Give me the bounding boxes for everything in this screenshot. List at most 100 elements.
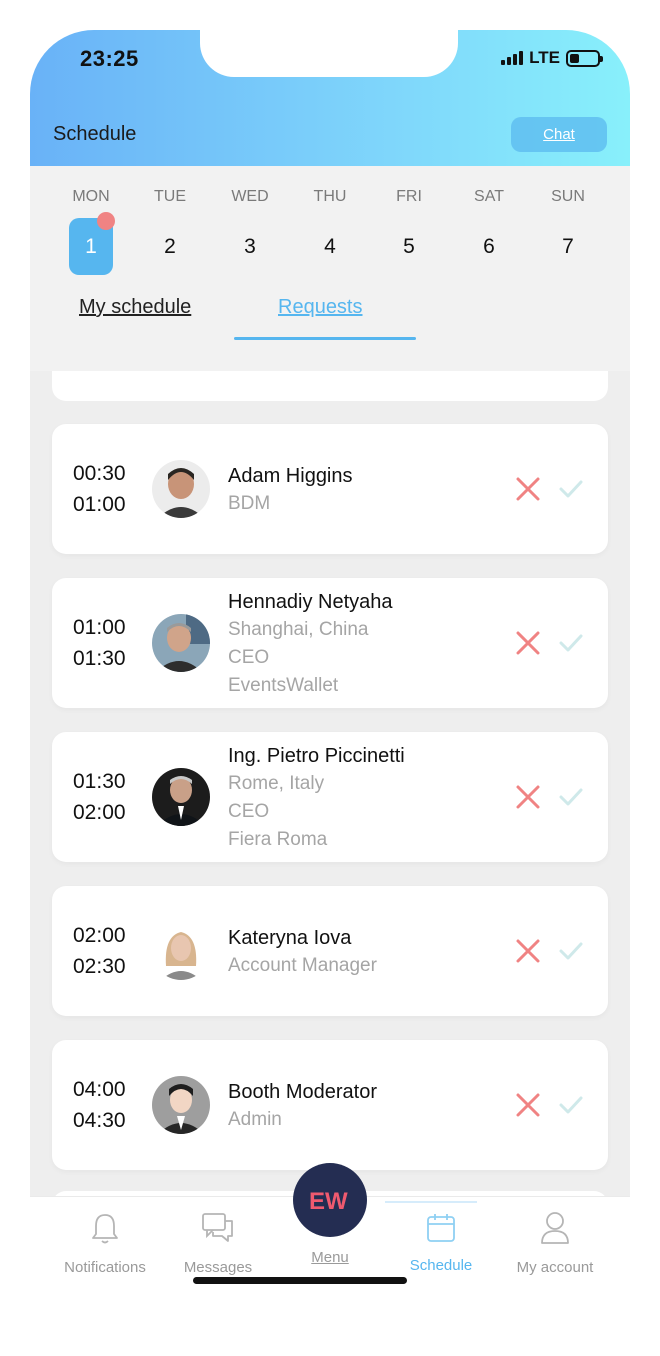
start-time: 00:30 (73, 462, 126, 485)
bottom-tab-bar: Notifications Messages EW Menu Schedule … (30, 1163, 630, 1330)
day-name: SAT (474, 188, 504, 205)
day-number[interactable]: 5 (387, 218, 431, 275)
contact-company: Fiera Roma (228, 829, 328, 850)
contact-name: Hennadiy Netyaha (228, 591, 393, 613)
contact-info: Kateryna Iova Account Manager (228, 924, 377, 980)
user-icon (541, 1212, 569, 1244)
day-name: MON (72, 188, 110, 205)
active-nav-indicator (385, 1201, 477, 1203)
avatar[interactable] (152, 460, 210, 518)
menu-button[interactable]: EW (293, 1163, 367, 1237)
reject-icon[interactable] (514, 783, 542, 811)
contact-info: Hennadiy Netyaha Shanghai, China CEO Eve… (228, 588, 393, 700)
avatar[interactable] (152, 768, 210, 826)
battery-icon (566, 49, 603, 67)
contact-role: CEO (228, 801, 270, 822)
app-header: 23:25 LTE Schedule Chat (30, 30, 630, 166)
reject-icon[interactable] (514, 629, 542, 657)
nav-label: Notifications (64, 1259, 146, 1276)
avatar-photo-icon (152, 768, 210, 826)
contact-role: BDM (228, 493, 271, 514)
nav-schedule[interactable]: Schedule (386, 1211, 496, 1274)
bell-icon (92, 1214, 118, 1244)
status-time: 23:25 (80, 46, 139, 71)
nav-messages[interactable]: Messages (163, 1211, 273, 1276)
avatar-photo-icon (152, 1076, 210, 1134)
requests-list[interactable]: 00:30 01:00 Adam Higgins BDM 01:00 01:30… (30, 371, 630, 1201)
request-card[interactable]: 04:00 04:30 Booth Moderator Admin (52, 1040, 608, 1170)
end-time: 02:00 (73, 801, 126, 824)
request-card[interactable]: 02:00 02:30 Kateryna Iova Account Manage… (52, 886, 608, 1016)
end-time: 01:30 (73, 647, 126, 670)
accept-icon[interactable] (558, 476, 584, 502)
day-number[interactable]: 7 (546, 218, 590, 275)
ew-logo-icon: EW (309, 1188, 348, 1214)
active-tab-indicator (234, 337, 416, 340)
request-card[interactable]: 01:00 01:30 Hennadiy Netyaha Shanghai, C… (52, 578, 608, 708)
chat-button[interactable]: Chat (511, 117, 607, 152)
nav-my-account[interactable]: My account (500, 1211, 610, 1276)
messages-icon (202, 1213, 233, 1242)
svg-text:EW: EW (309, 1188, 348, 1214)
day-name: SUN (551, 188, 585, 205)
request-card[interactable]: 00:30 01:00 Adam Higgins BDM (52, 424, 608, 554)
end-time: 02:30 (73, 955, 126, 978)
time-range: 01:00 01:30 (73, 612, 126, 674)
network-label: LTE (529, 48, 560, 67)
contact-info: Booth Moderator Admin (228, 1078, 377, 1134)
contact-company: EventsWallet (228, 675, 339, 696)
day-name: TUE (154, 188, 186, 205)
page-title: Schedule (53, 123, 137, 145)
day-number[interactable]: 2 (148, 218, 192, 275)
contact-name: Adam Higgins (228, 465, 353, 487)
day-number[interactable]: 6 (467, 218, 511, 275)
contact-location: Rome, Italy (228, 773, 325, 794)
time-range: 00:30 01:00 (73, 458, 126, 520)
calendar-icon (427, 1214, 455, 1242)
reject-icon[interactable] (514, 1091, 542, 1119)
home-indicator (193, 1277, 407, 1284)
reject-icon[interactable] (514, 937, 542, 965)
start-time: 01:30 (73, 770, 126, 793)
signal-icon (501, 51, 524, 65)
day-name: FRI (396, 188, 422, 205)
week-calendar: MON 1 TUE 2 WED 3 THU 4 FRI 5 SAT 6 SUN … (30, 166, 630, 371)
accept-icon[interactable] (558, 1092, 584, 1118)
start-time: 04:00 (73, 1078, 126, 1101)
nav-label: My account (516, 1259, 594, 1276)
request-card[interactable]: 01:30 02:00 Ing. Pietro Piccinetti Rome,… (52, 732, 608, 862)
time-range: 01:30 02:00 (73, 766, 126, 828)
end-time: 04:30 (73, 1109, 126, 1132)
contact-role: Account Manager (228, 955, 377, 976)
accept-icon[interactable] (558, 630, 584, 656)
contact-info: Adam Higgins BDM (228, 462, 353, 518)
accept-icon[interactable] (558, 938, 584, 964)
avatar[interactable] (152, 614, 210, 672)
phone-screen: 23:25 LTE Schedule Chat MON 1 TUE 2 WED … (30, 30, 630, 1330)
list-item-partial (52, 371, 608, 401)
contact-role: Admin (228, 1109, 282, 1130)
contact-name: Booth Moderator (228, 1081, 377, 1103)
day-number[interactable]: 4 (308, 218, 352, 275)
start-time: 01:00 (73, 616, 126, 639)
contact-info: Ing. Pietro Piccinetti Rome, Italy CEO F… (228, 742, 405, 854)
avatar-photo-icon (152, 614, 210, 672)
avatar-photo-icon (152, 460, 210, 518)
nav-label-menu[interactable]: Menu (295, 1249, 365, 1266)
contact-role: CEO (228, 647, 270, 668)
tab-my-schedule[interactable]: My schedule (79, 296, 191, 319)
day-number[interactable]: 3 (228, 218, 272, 275)
tab-requests[interactable]: Requests (278, 296, 363, 319)
time-range: 04:00 04:30 (73, 1074, 126, 1136)
end-time: 01:00 (73, 493, 126, 516)
reject-icon[interactable] (514, 475, 542, 503)
avatar-photo-icon (152, 922, 210, 980)
nav-notifications[interactable]: Notifications (50, 1211, 160, 1276)
day-name: WED (231, 188, 269, 205)
notification-dot (97, 212, 115, 230)
avatar[interactable] (152, 922, 210, 980)
contact-name: Kateryna Iova (228, 927, 352, 949)
avatar[interactable] (152, 1076, 210, 1134)
accept-icon[interactable] (558, 784, 584, 810)
contact-location: Shanghai, China (228, 619, 369, 640)
